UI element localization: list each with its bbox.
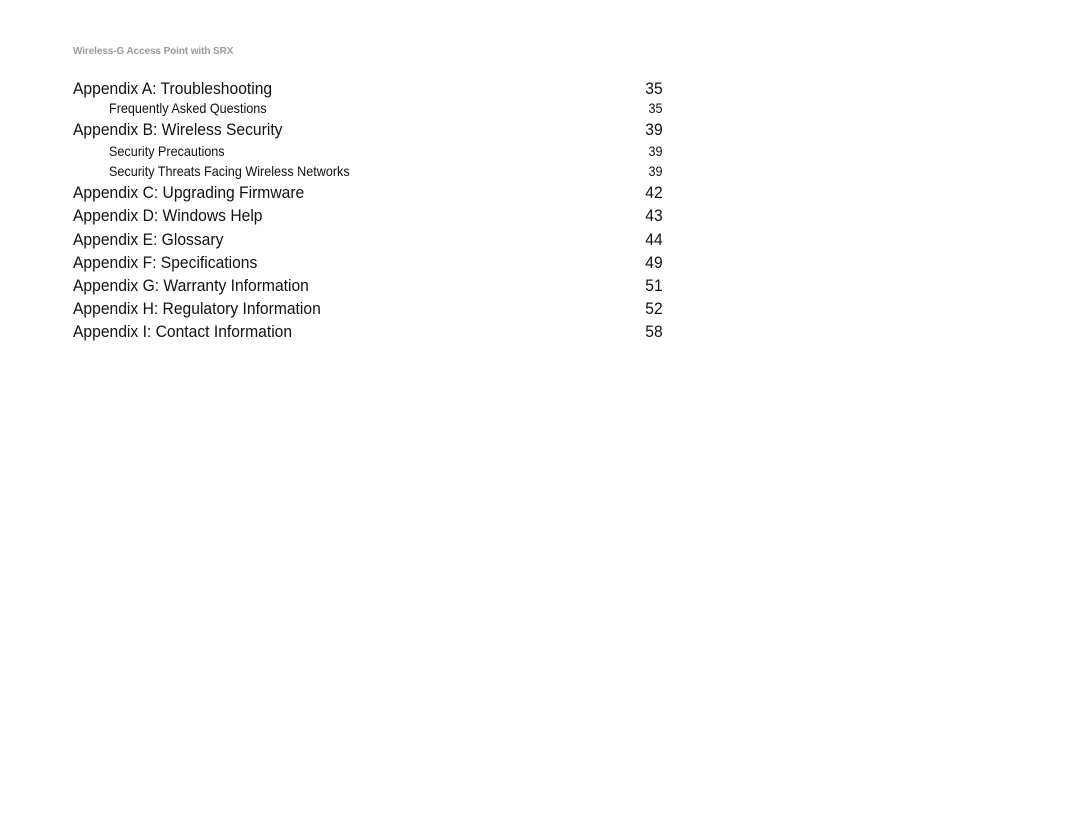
toc-entry[interactable]: Appendix F: Specifications 49 — [73, 251, 663, 274]
toc-entry-page: 42 — [645, 183, 663, 203]
toc-entry-title: Appendix B: Wireless Security — [73, 120, 283, 139]
toc-entry-page: 39 — [645, 120, 663, 139]
toc-entry-title: Appendix C: Upgrading Firmware — [73, 183, 305, 203]
toc-entry[interactable]: Appendix G: Warranty Information 51 — [73, 274, 663, 297]
toc-entry-page: 58 — [645, 322, 663, 342]
toc-entry-title: Appendix E: Glossary — [73, 229, 224, 249]
toc-entry-page: 35 — [645, 79, 663, 98]
toc-subentry[interactable]: Security Threats Facing Wireless Network… — [73, 161, 663, 181]
toc-subentry[interactable]: Frequently Asked Questions 35 — [73, 98, 663, 118]
toc-entry-page: 49 — [645, 252, 663, 272]
toc-entry-title: Appendix A: Troubleshooting — [73, 79, 273, 98]
toc-entry-page: 39 — [648, 143, 663, 160]
toc-entry[interactable]: Appendix D: Windows Help 43 — [73, 204, 663, 227]
toc-entry-title: Security Precautions — [109, 143, 225, 160]
toc-entry-title: Appendix I: Contact Information — [73, 322, 293, 342]
toc-entry-page: 52 — [645, 299, 663, 319]
toc-entry[interactable]: Appendix A: Troubleshooting 35 — [73, 77, 663, 98]
toc-entry-page: 43 — [645, 206, 663, 226]
running-head: Wireless-G Access Point with SRX — [73, 46, 234, 57]
toc-entry-title: Appendix H: Regulatory Information — [73, 299, 321, 319]
toc-entry-title: Frequently Asked Questions — [109, 100, 267, 116]
toc-entry[interactable]: Appendix C: Upgrading Firmware 42 — [73, 181, 663, 204]
toc-entry[interactable]: Appendix H: Regulatory Information 52 — [73, 297, 663, 320]
toc-entry-page: 35 — [648, 100, 663, 116]
toc-entry-title: Appendix D: Windows Help — [73, 206, 263, 226]
toc-entry-title: Appendix G: Warranty Information — [73, 275, 309, 295]
toc-entry-title: Security Threats Facing Wireless Network… — [109, 163, 350, 180]
toc-entry-page: 39 — [648, 163, 663, 180]
toc-entry[interactable]: Appendix E: Glossary 44 — [73, 228, 663, 251]
table-of-contents: Appendix A: Troubleshooting 35 Frequentl… — [73, 77, 663, 344]
toc-entry[interactable]: Appendix B: Wireless Security 39 — [73, 118, 663, 141]
toc-entry-page: 51 — [645, 275, 663, 295]
toc-entry-page: 44 — [645, 229, 663, 249]
toc-subentry[interactable]: Security Precautions 39 — [73, 141, 663, 161]
toc-entry-title: Appendix F: Specifications — [73, 252, 258, 272]
toc-entry[interactable]: Appendix I: Contact Information 58 — [73, 320, 663, 343]
